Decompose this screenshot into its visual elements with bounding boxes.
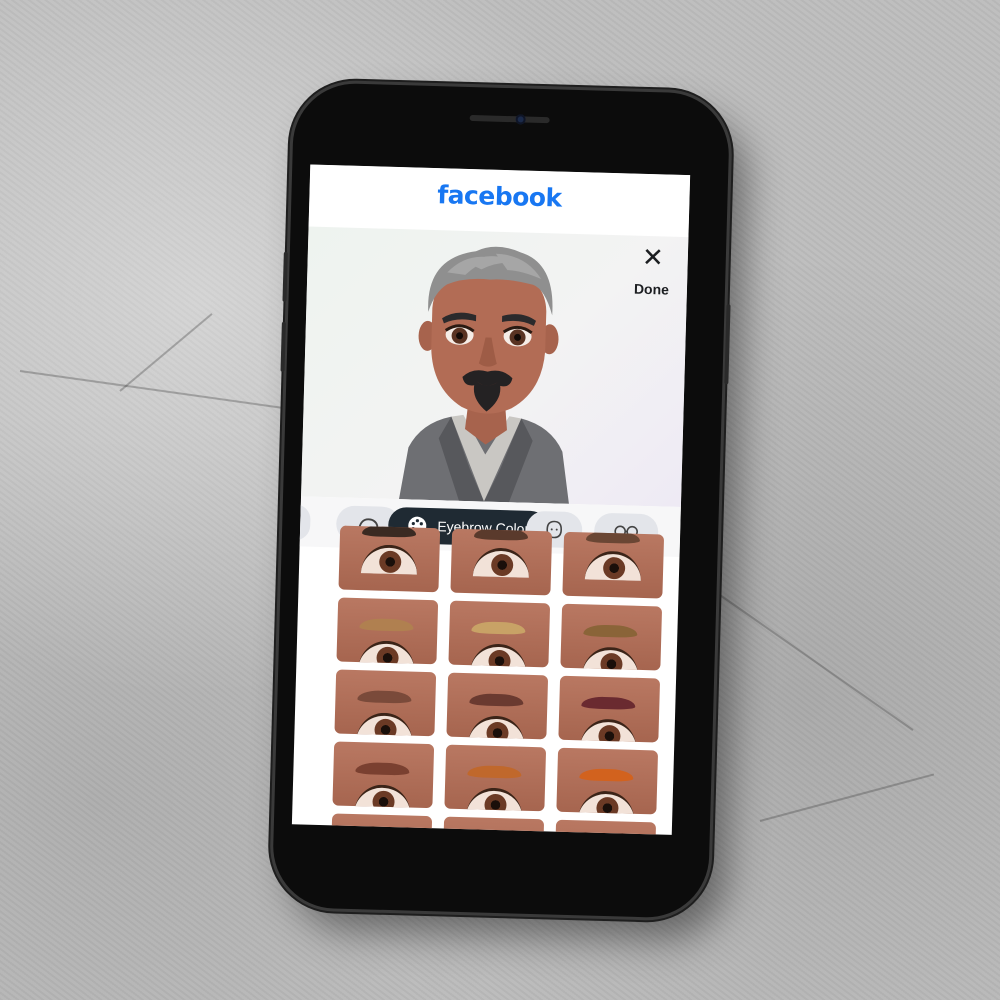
eyebrow-preview	[471, 621, 526, 635]
eyebrow-color-swatch[interactable]	[330, 813, 433, 835]
category-chip-partial[interactable]	[291, 503, 311, 541]
eyebrow-preview	[359, 618, 414, 632]
wall-crack	[699, 580, 914, 731]
iris-preview	[598, 724, 621, 743]
eyebrow-preview	[473, 528, 529, 541]
phone-frame: facebook ✕ Done Eyebrow Color	[271, 82, 731, 919]
eyebrow-color-swatch[interactable]	[562, 531, 665, 599]
eyebrow-color-swatch[interactable]	[556, 747, 659, 815]
iris-preview	[374, 718, 397, 737]
eyebrow-color-swatch[interactable]	[554, 819, 657, 835]
front-camera	[515, 114, 526, 125]
eyebrow-color-swatch[interactable]	[446, 672, 549, 740]
wall-crack	[19, 370, 318, 414]
done-button[interactable]: Done	[634, 281, 669, 298]
wall-crack	[759, 773, 935, 822]
iris-preview	[600, 652, 623, 671]
eyebrow-preview	[467, 765, 522, 779]
eyebrow-preview	[579, 768, 634, 782]
iris-preview	[488, 649, 511, 668]
eyebrow-color-swatch[interactable]	[450, 528, 553, 596]
eyebrow-color-grid	[330, 525, 670, 835]
earpiece-speaker	[469, 114, 550, 124]
eyebrow-color-swatch[interactable]	[332, 741, 435, 809]
iris-preview	[372, 790, 395, 809]
eyebrow-preview	[355, 762, 410, 776]
eyebrow-color-swatch[interactable]	[334, 669, 437, 737]
eyebrow-preview	[585, 531, 641, 544]
eyebrow-color-swatch[interactable]	[448, 600, 551, 668]
facebook-logo: facebook	[436, 180, 563, 213]
iris-preview	[486, 721, 509, 740]
side-button	[280, 321, 286, 372]
eyebrow-color-swatch[interactable]	[442, 816, 545, 835]
eyebrow-color-swatch[interactable]	[558, 675, 661, 743]
eyebrow-preview	[469, 693, 524, 707]
close-icon[interactable]: ✕	[637, 242, 668, 273]
eyebrow-color-swatch[interactable]	[338, 525, 441, 593]
avatar-illustration	[398, 246, 569, 504]
eyebrow-preview	[581, 696, 636, 710]
eyebrow-color-swatch[interactable]	[444, 744, 547, 812]
app-header: facebook	[308, 164, 691, 238]
iris-preview	[376, 646, 399, 665]
eyebrow-preview	[361, 525, 417, 538]
eyebrow-color-swatch[interactable]	[560, 603, 663, 671]
eyebrow-preview	[583, 624, 638, 638]
eyebrow-color-swatch[interactable]	[336, 597, 439, 665]
iris-preview	[596, 796, 619, 815]
side-button	[282, 251, 288, 302]
phone-screen: facebook ✕ Done Eyebrow Color	[291, 164, 691, 835]
side-button	[724, 304, 731, 385]
eyebrow-preview	[357, 690, 412, 704]
avatar-preview: ✕ Done	[301, 226, 689, 508]
wall-crack	[119, 313, 213, 392]
iris-preview	[484, 793, 507, 812]
